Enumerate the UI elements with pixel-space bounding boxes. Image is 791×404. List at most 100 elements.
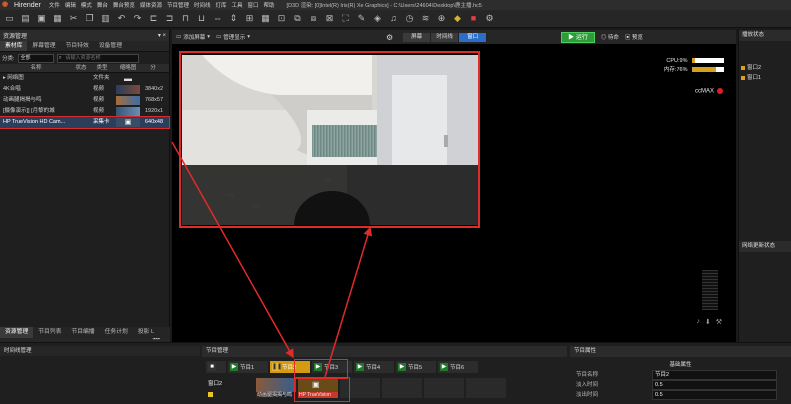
menu-program[interactable]: 节目管理 (167, 1, 189, 9)
tab-program-list[interactable]: 节目列表 (33, 327, 66, 338)
cpu-bar (692, 58, 724, 64)
program-cell[interactable] (424, 378, 464, 398)
cut-icon[interactable]: ✂ (68, 13, 79, 24)
tab-devices[interactable]: 设备管理 (94, 41, 127, 51)
video-thumbnail (116, 85, 140, 94)
panel-close-icon[interactable]: ▾ × (158, 32, 166, 39)
audio-icon[interactable]: ♫ (388, 13, 399, 24)
color-icon[interactable]: ◈ (372, 13, 383, 24)
fade-in-field[interactable]: 0.5 (652, 380, 777, 390)
distribute-h-icon[interactable]: ⇔ (212, 13, 223, 24)
program-tab-5[interactable]: ▶ 节目5 (396, 361, 436, 373)
program-cell[interactable] (382, 378, 422, 398)
align-right-icon[interactable]: ⊐ (164, 13, 175, 24)
send-back-icon[interactable]: ⧈ (308, 13, 319, 24)
program-cell[interactable] (466, 378, 506, 398)
align-bottom-icon[interactable]: ⊔ (196, 13, 207, 24)
search-input[interactable]: ⌕ 请输入资源名称 (56, 53, 139, 63)
stage-view[interactable]: ▭ 添加屏幕 ▾ ▭ 管理显示 ▾ ⚙ 屏幕 时间线 窗口 ▶ 运行 ◎ 待命 ▣ … (172, 30, 736, 342)
settings-icon[interactable]: ⚙ (484, 13, 495, 24)
standby-button[interactable]: ◎ 待命 (601, 33, 619, 41)
tab-library[interactable]: 素材库 (0, 41, 28, 51)
new-icon[interactable]: ▭ (4, 13, 15, 24)
layout-icon[interactable]: ▦ (260, 13, 271, 24)
distribute-v-icon[interactable]: ⇕ (228, 13, 239, 24)
menu-file[interactable]: 文件 (49, 1, 60, 9)
screen-icon: ▭ (176, 34, 182, 40)
tab-projection[interactable]: 投影 L (133, 327, 159, 338)
program-cell[interactable]: 动画腿揭揭与鸣 (256, 378, 296, 398)
play-icon: ▶ (230, 363, 238, 371)
highlight-icon[interactable]: ◆ (452, 13, 463, 24)
timeline-panel-title: 时间线管理 (0, 346, 200, 356)
tools-icon[interactable]: ⚒ (716, 318, 722, 326)
bring-front-icon[interactable]: ⧉ (292, 13, 303, 24)
manage-display-button[interactable]: ▭ 管理显示 ▾ (216, 33, 250, 41)
tab-screens[interactable]: 屏幕管理 (27, 41, 60, 51)
undo-icon[interactable]: ↶ (116, 13, 127, 24)
folder-icon: ▬ (116, 74, 140, 83)
lock-icon[interactable]: ⊠ (324, 13, 335, 24)
menu-tools[interactable]: 工具 (232, 1, 243, 9)
align-top-icon[interactable]: ⊓ (180, 13, 191, 24)
table-row[interactable]: [摄像演示]] [月黎的城 视频 1920x1 (0, 106, 169, 117)
save-icon[interactable]: ▣ (36, 13, 47, 24)
col-status[interactable]: 状态 (72, 64, 90, 73)
program-tab-4[interactable]: ▶ 节目4 (354, 361, 394, 373)
program-name-field[interactable]: 节目2 (652, 370, 777, 380)
mode-window[interactable]: 窗口 (459, 32, 488, 42)
menu-lights[interactable]: 灯库 (215, 1, 226, 9)
menu-window[interactable]: 窗口 (248, 1, 259, 9)
menu-stage-preview[interactable]: 舞台预览 (113, 1, 135, 9)
redo-icon[interactable]: ↷ (132, 13, 143, 24)
fullscreen-icon[interactable]: ⛶ (340, 13, 351, 24)
download-icon[interactable]: ⬇ (705, 318, 711, 326)
mic-icon[interactable]: ♪ (696, 318, 700, 326)
table-row-selected[interactable]: HP TrueVision HD Cam... 采集卡 ▣ 640x48 (0, 116, 170, 129)
stop-all-button[interactable]: ■ (206, 361, 226, 373)
zoom-icon[interactable]: ⊕ (436, 13, 447, 24)
paste-icon[interactable]: ▥ (100, 13, 111, 24)
filter-select[interactable]: 全部 (17, 53, 54, 63)
col-type[interactable]: 类型 (90, 64, 114, 73)
save-as-icon[interactable]: ▦ (52, 13, 63, 24)
col-name[interactable]: 名称 (0, 64, 72, 73)
preview-button[interactable]: ▣ 预览 (625, 33, 643, 41)
timer-icon[interactable]: ◷ (404, 13, 415, 24)
search-icon: ⌕ (58, 54, 62, 61)
align-left-icon[interactable]: ⊏ (148, 13, 159, 24)
menu-media[interactable]: 媒体资源 (140, 1, 162, 9)
menu-timeline[interactable]: 时间线 (194, 1, 211, 9)
tab-effects[interactable]: 节目特效 (61, 41, 94, 51)
table-row[interactable]: 动画腿揭揭与鸣 视频 768x57 (0, 95, 169, 106)
play-status-item[interactable]: 窗口1 (739, 73, 791, 83)
stop-icon[interactable]: ■ (468, 13, 479, 24)
tab-program-edit[interactable]: 节目编播 (66, 327, 99, 338)
run-button[interactable]: ▶ 运行 (561, 31, 595, 43)
menu-help[interactable]: 帮助 (264, 1, 275, 9)
copy-icon[interactable]: ❐ (84, 13, 95, 24)
row-res: 640x48 (145, 119, 164, 125)
program-tab-1[interactable]: ▶ 节目1 (228, 361, 268, 373)
table-row[interactable]: ▸ 网络图 文件夹 ▬ (0, 73, 169, 84)
table-row[interactable]: 4K合唱 视频 3840x2 (0, 84, 169, 95)
menu-stage[interactable]: 舞台 (97, 1, 108, 9)
play-status-item[interactable]: 窗口2 (739, 63, 791, 73)
stage-settings-icon[interactable]: ⚙ (386, 33, 393, 42)
grid-icon[interactable]: ⊞ (244, 13, 255, 24)
tab-schedule[interactable]: 任务计划 (100, 327, 133, 338)
tab-resources[interactable]: 资源管理 (0, 327, 34, 338)
menu-edit[interactable]: 编辑 (65, 1, 76, 9)
fade-out-field[interactable]: 0.5 (652, 390, 777, 400)
program-tab-6[interactable]: ▶ 节目6 (438, 361, 478, 373)
open-folder-icon[interactable]: ▤ (20, 13, 31, 24)
pen-icon[interactable]: ✎ (356, 13, 367, 24)
menu-mode[interactable]: 模式 (81, 1, 92, 9)
col-thumb[interactable]: 缩略图 (114, 64, 142, 73)
mode-timeline[interactable]: 时间线 (431, 32, 460, 42)
snap-icon[interactable]: ⊡ (276, 13, 287, 24)
add-screen-button[interactable]: ▭ 添加屏幕 ▾ (176, 33, 210, 41)
col-res[interactable]: 分 (142, 64, 164, 73)
wifi-icon[interactable]: ≋ (420, 13, 431, 24)
mode-screen[interactable]: 屏幕 (403, 32, 432, 42)
